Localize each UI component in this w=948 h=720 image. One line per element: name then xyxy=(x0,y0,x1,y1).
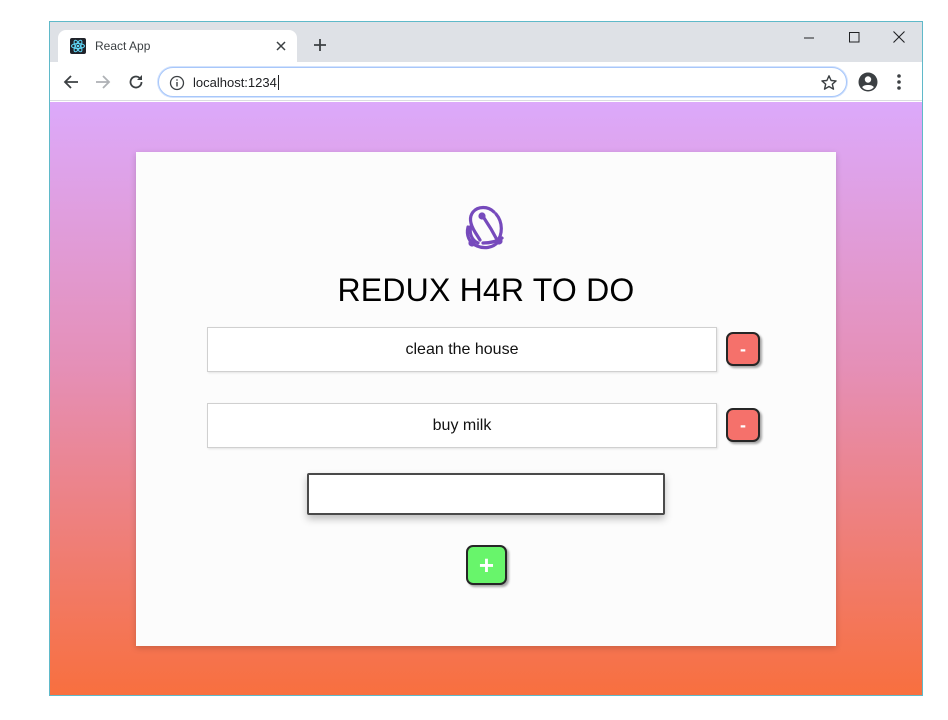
arrow-right-icon xyxy=(96,75,111,89)
minimize-button[interactable] xyxy=(786,22,832,52)
close-tab-button[interactable] xyxy=(272,37,290,55)
url-value: localhost:1234 xyxy=(193,75,277,90)
maximize-button[interactable] xyxy=(831,22,877,52)
forward-button[interactable] xyxy=(92,71,114,93)
reload-icon xyxy=(129,75,143,89)
close-icon xyxy=(276,41,286,51)
react-icon xyxy=(70,38,86,54)
todo-text[interactable]: buy milk xyxy=(207,403,717,448)
maximize-icon xyxy=(848,31,859,42)
plus-icon xyxy=(314,39,326,51)
info-icon[interactable] xyxy=(169,75,185,91)
tab-strip: React App xyxy=(50,22,922,62)
new-tab-button[interactable] xyxy=(310,35,330,55)
star-icon[interactable] xyxy=(820,74,838,92)
account-icon[interactable] xyxy=(858,72,878,92)
redux-logo-icon xyxy=(465,205,504,250)
browser-toolbar: localhost:1234 xyxy=(50,62,922,101)
close-window-button[interactable] xyxy=(876,22,922,52)
minimize-icon xyxy=(803,37,814,38)
todo-item: clean the house - xyxy=(207,327,767,373)
remove-todo-button[interactable]: - xyxy=(726,332,760,366)
url-text[interactable]: localhost:1234 xyxy=(193,75,279,90)
address-bar[interactable]: localhost:1234 xyxy=(158,67,847,97)
new-todo-input[interactable] xyxy=(307,473,665,515)
tab-title: React App xyxy=(95,39,151,53)
kebab-menu-icon[interactable] xyxy=(895,73,903,91)
todo-item: buy milk - xyxy=(207,403,767,449)
text-caret xyxy=(277,75,279,90)
page-title: REDUX H4R TO DO xyxy=(337,272,635,308)
arrow-left-icon xyxy=(63,75,78,89)
todo-card: REDUX H4R TO DO clean the house - buy mi… xyxy=(136,152,836,646)
page-viewport: REDUX H4R TO DO clean the house - buy mi… xyxy=(50,102,922,695)
remove-todo-button[interactable]: - xyxy=(726,408,760,442)
tab-react-app[interactable]: React App xyxy=(58,30,297,62)
todo-text[interactable]: clean the house xyxy=(207,327,717,372)
reload-button[interactable] xyxy=(125,71,147,93)
close-icon xyxy=(893,31,905,43)
browser-window: React App localhost:1234 REDUX H4R TO DO… xyxy=(49,21,923,696)
back-button[interactable] xyxy=(60,71,82,93)
add-todo-button[interactable]: + xyxy=(466,545,507,585)
